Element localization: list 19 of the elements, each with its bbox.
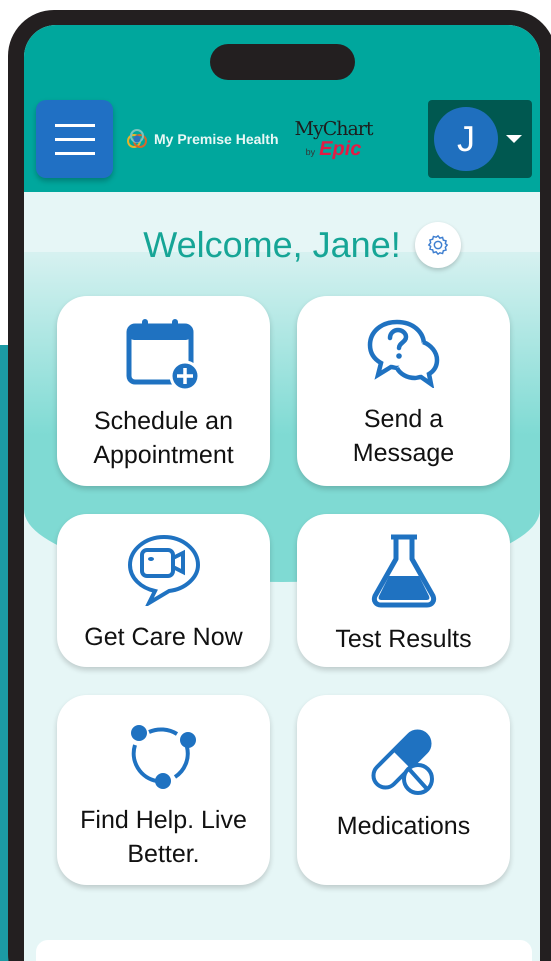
feature-tile[interactable]: Find Help. Live Better. — [57, 695, 270, 885]
caret-icon — [506, 134, 522, 144]
feature-tile[interactable]: Schedule an Appointment — [57, 296, 270, 486]
account-button[interactable]: J — [428, 100, 532, 178]
menu-button[interactable] — [36, 100, 113, 178]
welcome-heading: Welcome, Jane! — [143, 224, 401, 266]
settings-icon — [426, 234, 449, 256]
feature-tile[interactable]: Test Results — [297, 514, 510, 667]
brand-name: My Premise Health — [154, 131, 278, 147]
avatar: J — [434, 107, 498, 171]
feature-tile[interactable]: Medications — [297, 695, 510, 885]
feature-tile[interactable]: Get Care Now — [57, 514, 270, 667]
chat-bubbles-icon — [366, 318, 440, 388]
settings-button[interactable] — [414, 222, 461, 268]
feature-tile[interactable]: Send a Message — [297, 296, 510, 486]
video-chat-icon — [126, 534, 200, 606]
logo-icon — [125, 127, 149, 151]
partner-logo: MyChart by Epic — [294, 120, 373, 158]
menu-icon — [52, 121, 96, 157]
